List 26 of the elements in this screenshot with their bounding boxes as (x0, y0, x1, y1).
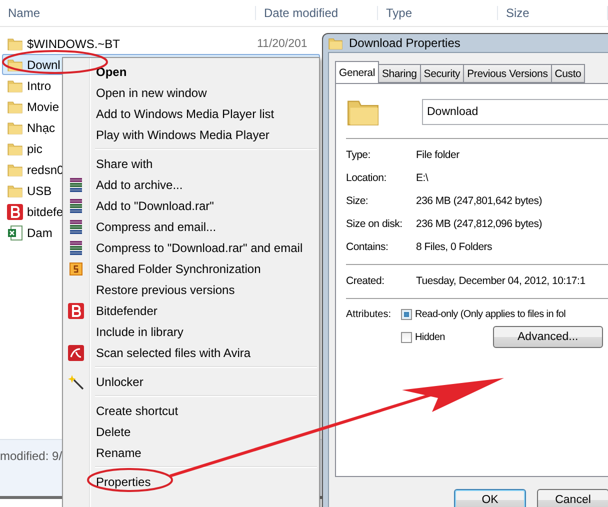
file-name: Movie (27, 100, 60, 114)
property-value: E:\ (416, 172, 428, 184)
file-name: USB (27, 184, 52, 198)
property-label: Contains: (346, 240, 390, 252)
property-value: Tuesday, December 04, 2012, 10:17:1 (416, 274, 586, 286)
property-label: Size on disk: (346, 218, 404, 230)
dialog-title: Download Properties (349, 36, 460, 50)
property-label: Location: (346, 172, 388, 184)
file-name: pic (27, 142, 42, 156)
file-name: Nhạc (27, 120, 56, 134)
property-label: Attributes: (346, 309, 392, 322)
file-name: bitdefe (27, 204, 64, 218)
date-modified: 11/20/201 (257, 38, 308, 50)
file-name: Dam (27, 226, 52, 240)
property-value: 236 MB (247,801,642 bytes) (416, 194, 542, 206)
property-value: 8 Files, 0 Folders (416, 240, 492, 252)
property-label: Type: (346, 148, 372, 160)
property-value: File folder (416, 148, 460, 160)
property-label: Created: (346, 274, 386, 286)
file-name: $WINDOWS.~BT (27, 36, 120, 50)
file-name: Downl (27, 58, 60, 72)
property-value: 236 MB (247,812,096 bytes) (416, 218, 542, 230)
details-text: modified: 9/ (0, 449, 62, 463)
property-label: Size: (346, 194, 370, 206)
file-name: Intro (27, 78, 52, 92)
checkbox-label: Hidden (415, 332, 445, 342)
